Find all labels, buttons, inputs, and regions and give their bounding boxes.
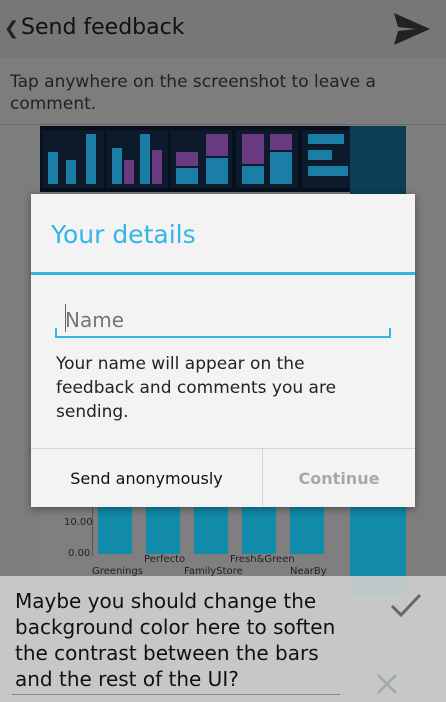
name-field-underline-right — [389, 328, 391, 338]
thumb-bar — [270, 152, 292, 184]
dialog-title: Your details — [51, 220, 196, 249]
thumb-bar — [270, 134, 292, 150]
thumb-bar — [66, 160, 76, 184]
thumb-bar — [140, 134, 150, 184]
thumb-bar — [242, 134, 264, 164]
thumb-bar — [308, 134, 344, 144]
dialog-help-text: Your name will appear on the feedback an… — [56, 354, 337, 422]
y-tick-label: 10.00 — [64, 517, 93, 528]
thumb-bar — [48, 152, 58, 184]
chart-bar — [98, 506, 132, 554]
name-field[interactable] — [55, 302, 391, 338]
chart-thumbnail — [42, 130, 104, 188]
chart-thumbnail — [106, 130, 168, 188]
chevron-left-icon[interactable]: ❮ — [4, 18, 19, 39]
send-anonymously-button[interactable]: Send anonymously — [31, 449, 262, 507]
your-details-dialog: Your details Your name will appear on th… — [31, 194, 415, 507]
page-title[interactable]: Send feedback — [21, 15, 184, 40]
chart-thumbnail — [236, 130, 298, 188]
x-tick-label: Fresh&Green — [230, 554, 295, 565]
instruction-text: Tap anywhere on the screenshot to leave … — [10, 72, 376, 114]
chart-bar — [242, 506, 276, 554]
name-field-underline-left — [55, 328, 57, 338]
divider — [0, 124, 446, 125]
thumb-bar — [176, 168, 198, 184]
chart-bar — [290, 506, 324, 554]
thumb-bar — [206, 134, 228, 156]
text-cursor — [65, 304, 66, 332]
name-field-underline — [55, 336, 391, 338]
x-tick-label: Perfecto — [144, 554, 186, 565]
y-tick-label: 0.00 — [68, 548, 91, 559]
check-icon[interactable] — [390, 592, 422, 618]
comment-input-underline — [12, 694, 340, 695]
thumb-bar — [152, 150, 162, 184]
thumb-bar — [308, 166, 348, 176]
dialog-title-divider — [31, 272, 415, 275]
continue-button[interactable]: Continue — [263, 449, 415, 507]
comment-input[interactable]: Maybe you should change the background c… — [15, 588, 355, 692]
close-icon[interactable] — [376, 673, 398, 695]
send-icon[interactable] — [392, 11, 432, 47]
thumb-bar — [176, 152, 198, 166]
chart-bar — [194, 506, 228, 554]
action-bar: ❮ Send feedback — [0, 0, 446, 58]
thumb-bar — [112, 148, 122, 184]
thumb-bar — [86, 134, 96, 184]
thumb-bar — [124, 160, 134, 184]
thumb-bar — [308, 150, 332, 160]
chart-thumbnail — [170, 130, 232, 188]
chart-bar — [146, 506, 180, 554]
thumb-bar — [242, 166, 264, 184]
thumb-bar — [206, 158, 228, 184]
